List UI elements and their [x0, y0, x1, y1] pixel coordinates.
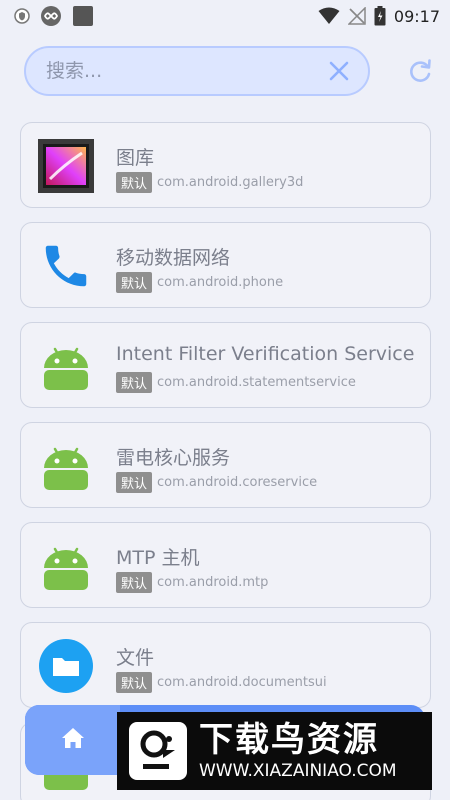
status-bar: 09:17 — [0, 0, 450, 32]
app-meta: 默认 com.android.statementservice — [116, 372, 356, 393]
package-name: com.android.phone — [157, 275, 284, 290]
app-list-item[interactable]: Intent Filter Verification Service 默认 co… — [20, 322, 431, 408]
bird-logo-icon — [129, 722, 187, 780]
default-badge: 默认 — [116, 472, 153, 493]
app-name: Intent Filter Verification Service — [116, 343, 415, 365]
app-list-item[interactable]: 雷电核心服务 默认 com.android.coreservice — [20, 422, 431, 508]
app-meta: 默认 com.android.gallery3d — [116, 172, 303, 193]
battery-icon — [374, 6, 386, 26]
refresh-icon[interactable] — [406, 58, 434, 86]
status-time: 09:17 — [393, 6, 440, 26]
app-name: 移动数据网络 — [116, 247, 231, 269]
package-name: com.android.gallery3d — [157, 175, 304, 190]
shield-icon — [14, 8, 30, 24]
phone-icon — [37, 237, 95, 295]
app-list-item[interactable]: 移动数据网络 默认 com.android.phone — [20, 222, 431, 308]
gallery-icon — [37, 137, 95, 195]
square-icon — [72, 5, 94, 27]
watermark-banner: 下载鸟资源 WWW.XIAZAINIAO.COM — [117, 712, 432, 790]
no-signal-icon — [347, 7, 366, 25]
app-meta: 默认 com.android.coreservice — [116, 472, 317, 493]
search-box[interactable] — [24, 46, 370, 96]
default-badge: 默认 — [116, 672, 153, 693]
search-row — [24, 46, 434, 96]
app-list-item[interactable]: 文件 默认 com.android.documentsui — [20, 622, 431, 708]
package-name: com.android.coreservice — [157, 475, 318, 490]
app-meta: 默认 com.android.documentsui — [116, 672, 327, 693]
app-meta: 默认 com.android.phone — [116, 272, 283, 293]
watermark-text: 下载鸟资源 WWW.XIAZAINIAO.COM — [199, 721, 397, 781]
android-icon — [37, 537, 95, 595]
app-meta: 默认 com.android.mtp — [116, 572, 268, 593]
app-name: 图库 — [116, 147, 155, 169]
app-list-item[interactable]: 图库 默认 com.android.gallery3d — [20, 122, 431, 208]
android-icon — [37, 437, 95, 495]
home-tab[interactable] — [25, 705, 120, 775]
default-badge: 默认 — [116, 572, 153, 593]
package-name: com.android.mtp — [157, 575, 269, 590]
watermark-title: 下载鸟资源 — [199, 720, 379, 760]
search-input[interactable] — [46, 60, 326, 82]
app-name: 文件 — [116, 647, 155, 669]
home-icon — [60, 726, 86, 754]
android-icon — [37, 337, 95, 395]
default-badge: 默认 — [116, 372, 153, 393]
default-badge: 默认 — [116, 272, 153, 293]
app-name: 雷电核心服务 — [116, 447, 231, 469]
package-name: com.android.documentsui — [157, 675, 327, 690]
close-icon[interactable] — [326, 58, 352, 84]
infinity-icon — [40, 5, 62, 27]
wifi-icon — [318, 7, 340, 25]
watermark-url: WWW.XIAZAINIAO.COM — [199, 761, 397, 781]
default-badge: 默认 — [116, 172, 153, 193]
app-list-item[interactable]: MTP 主机 默认 com.android.mtp — [20, 522, 431, 608]
folder-icon — [37, 637, 95, 695]
package-name: com.android.statementservice — [157, 375, 356, 390]
app-name: MTP 主机 — [116, 547, 200, 569]
